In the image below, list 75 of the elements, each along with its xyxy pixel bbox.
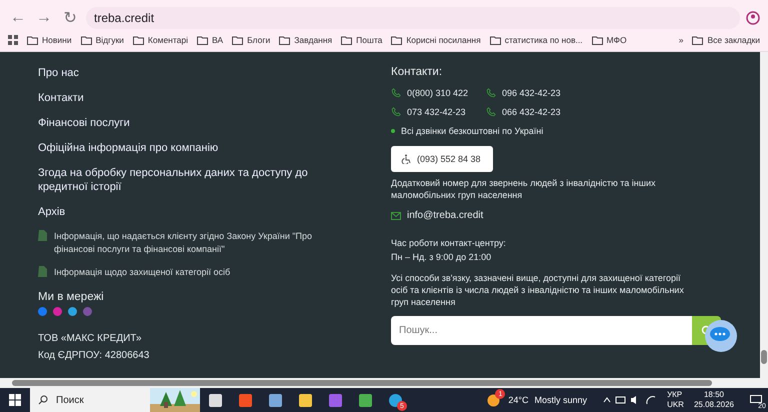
accessible-phone-button[interactable]: (093) 552 84 38 xyxy=(391,146,493,172)
footer-link[interactable]: Про нас xyxy=(38,66,358,80)
clock-date[interactable]: 25.08.2026 xyxy=(694,400,734,410)
scrollbar-thumb[interactable] xyxy=(12,380,712,386)
nav-button[interactable]: ↻ xyxy=(60,8,80,28)
bookmark[interactable]: Завдання xyxy=(279,35,332,46)
bookmark[interactable]: Блоги xyxy=(232,35,270,46)
access-note: Усі способи зв'язку, зазначені вище, доступні для захищеної категорії осіб та клієнтів із числа людей з інвалідністю та інших маломобільних груп населення xyxy=(391,272,685,308)
app-icon[interactable] xyxy=(268,394,282,406)
scrollbar-thumb[interactable] xyxy=(761,350,767,364)
clock-time[interactable]: 18:50 xyxy=(704,390,724,400)
folder-icon xyxy=(197,36,208,45)
apps-icon[interactable] xyxy=(8,35,18,46)
app-icon[interactable] xyxy=(298,394,312,406)
footer-link[interactable]: Офіційна інформація про компанію xyxy=(38,141,358,155)
footer-link[interactable]: Контакти xyxy=(38,91,358,105)
address-bar[interactable]: treba.credit xyxy=(86,6,740,29)
phone-link[interactable]: 066 432-42-23 xyxy=(486,107,581,117)
folder-icon xyxy=(692,36,704,45)
bookmark[interactable]: Відгуки xyxy=(80,35,124,46)
pdf-icon xyxy=(38,230,47,241)
temperature: 24°C xyxy=(508,395,529,405)
free-calls-note: Всі дзвінки безкоштовні по Україні xyxy=(401,126,544,136)
profile-icon[interactable] xyxy=(746,10,760,25)
folder-icon xyxy=(279,36,290,45)
folder-icon xyxy=(341,36,352,45)
more-bookmarks[interactable]: » xyxy=(678,35,684,46)
folder-icon xyxy=(232,36,244,45)
phone-link[interactable]: 073 432-42-23 xyxy=(391,107,486,117)
footer-link[interactable]: Архів xyxy=(38,205,358,219)
email-link[interactable]: info@treba.credit xyxy=(407,210,484,221)
all-bookmarks[interactable]: Все закладки xyxy=(692,35,760,46)
tray-icons[interactable] xyxy=(603,395,658,405)
folder-icon xyxy=(132,36,144,45)
search-icon xyxy=(38,395,48,405)
bookmark[interactable]: Корисні посилання xyxy=(391,35,481,46)
app-icon[interactable] xyxy=(208,394,222,406)
taskbar-search[interactable]: Поиск xyxy=(30,388,200,412)
chat-icon[interactable] xyxy=(705,320,737,352)
hours: Пн – Нд. з 9:00 до 21:00 xyxy=(391,251,492,264)
folder-icon xyxy=(592,36,603,45)
bookmark[interactable]: статистика по нов... xyxy=(490,35,583,46)
folder-icon xyxy=(27,36,38,45)
notifications-icon[interactable] xyxy=(750,395,762,405)
footer-link[interactable]: Згода на обробку персональних даних та доступу до кредитної історії xyxy=(38,166,358,194)
wheelchair-icon xyxy=(401,154,411,164)
nav-button[interactable]: ← xyxy=(8,8,28,28)
bookmark[interactable]: Новини xyxy=(27,35,72,46)
accessible-note: Додатковий номер для звернень людей з інвалідністю та інших маломобільних груп населення xyxy=(391,177,657,201)
status-dot xyxy=(391,129,395,133)
footer-link[interactable]: Фінансові послуги xyxy=(38,116,358,130)
weather-text: Mostly sunny xyxy=(534,395,588,405)
nav-button[interactable]: → xyxy=(34,8,54,28)
phone-link[interactable]: 0(800) 310 422 xyxy=(391,88,486,98)
bookmark[interactable]: ВА xyxy=(197,35,224,46)
language[interactable]: УКР xyxy=(667,390,684,400)
folder-icon xyxy=(490,36,501,45)
social-title: Ми в мережі xyxy=(38,291,105,303)
language[interactable]: UKR xyxy=(667,400,684,410)
company-info: Код ЄДРПОУ: 42806643 xyxy=(38,349,150,363)
document-link[interactable]: Інформація, що надається клієнту згідно Закону України "Про фінансові послуги та фінансові компанії" xyxy=(54,230,344,256)
document-link[interactable]: Інформація щодо захищеної категорії осіб xyxy=(54,266,230,279)
phone-link[interactable]: 096 432-42-23 xyxy=(486,88,581,98)
app-icon[interactable] xyxy=(358,394,372,406)
bookmark[interactable]: Коментарі xyxy=(132,35,188,46)
mail-icon xyxy=(391,212,401,220)
folder-icon xyxy=(80,36,92,45)
hours-title: Час роботи контакт-центру: xyxy=(391,237,507,250)
contacts-title: Контакти: xyxy=(391,66,444,78)
search-field[interactable]: Пошук... xyxy=(391,316,692,345)
bookmark[interactable]: Пошта xyxy=(341,35,382,46)
folder-icon xyxy=(391,36,402,45)
pdf-icon xyxy=(38,266,47,277)
bookmark[interactable]: МФО xyxy=(592,35,627,46)
company-info: ТОВ «МАКС КРЕДИТ» xyxy=(38,332,143,346)
